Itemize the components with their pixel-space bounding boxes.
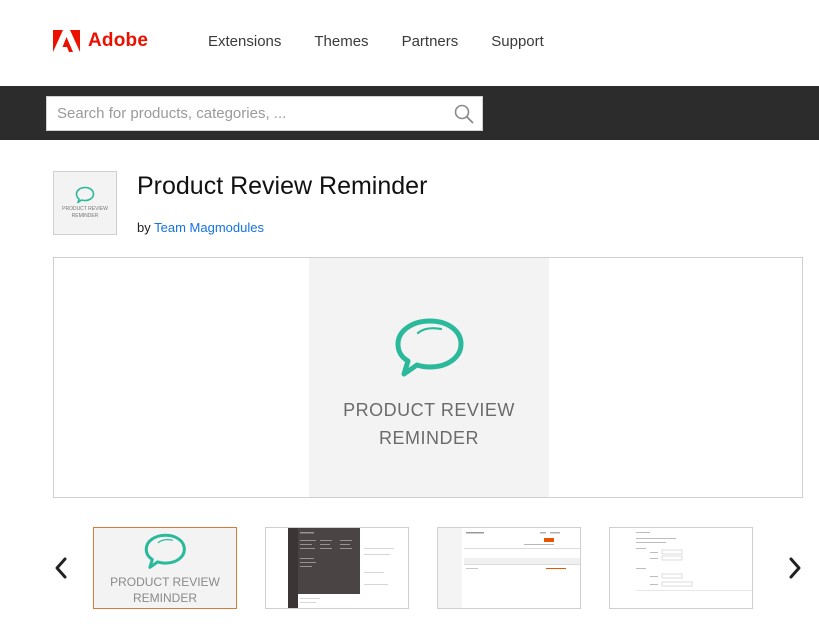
adobe-logo-link[interactable]: Adobe: [53, 30, 148, 52]
main-image-frame: PRODUCT REVIEW REMINDER: [53, 257, 803, 498]
carousel-thumb-1[interactable]: PRODUCT REVIEW REMINDER: [93, 527, 237, 609]
chevron-right-icon: [789, 557, 801, 579]
carousel-prev-button[interactable]: [47, 553, 75, 583]
speech-bubble-icon: [144, 533, 186, 569]
nav-partners[interactable]: Partners: [402, 33, 459, 51]
search-band: [0, 86, 819, 140]
speech-bubble-icon: [75, 186, 95, 204]
carousel-thumb-4[interactable]: [609, 527, 753, 609]
by-label: by: [137, 220, 151, 235]
nav-themes[interactable]: Themes: [314, 33, 368, 51]
product-logo-text: PRODUCT REVIEW REMINDER: [62, 206, 108, 219]
vendor-link[interactable]: Team Magmodules: [154, 220, 264, 235]
top-nav: Adobe Extensions Themes Partners Support: [0, 0, 819, 86]
main-nav: Extensions Themes Partners Support: [208, 33, 577, 51]
main-image-text: PRODUCT REVIEW REMINDER: [343, 400, 515, 448]
admin-config-screenshot: [610, 528, 752, 608]
search-input[interactable]: [47, 97, 447, 130]
admin-grid-screenshot: [438, 528, 580, 608]
carousel-thumb-3[interactable]: [437, 527, 581, 609]
product-title: Product Review Reminder: [137, 172, 428, 200]
adobe-logo-icon: [53, 30, 80, 52]
nav-extensions[interactable]: Extensions: [208, 33, 281, 51]
product-logo-thumbnail: PRODUCT REVIEW REMINDER: [53, 171, 117, 235]
carousel-thumb-2[interactable]: [265, 527, 409, 609]
chevron-left-icon: [55, 557, 67, 579]
search-icon[interactable]: [454, 104, 474, 124]
carousel-next-button[interactable]: [781, 553, 809, 583]
admin-menu-screenshot: [266, 528, 408, 608]
nav-support[interactable]: Support: [491, 33, 544, 51]
byline: by Team Magmodules: [137, 220, 264, 235]
brand-name: Adobe: [88, 30, 149, 51]
search-box: [46, 96, 483, 131]
main-product-image[interactable]: PRODUCT REVIEW REMINDER: [309, 258, 549, 497]
thumb-1-text: PRODUCT REVIEW REMINDER: [110, 575, 220, 605]
speech-bubble-icon: [395, 318, 464, 377]
